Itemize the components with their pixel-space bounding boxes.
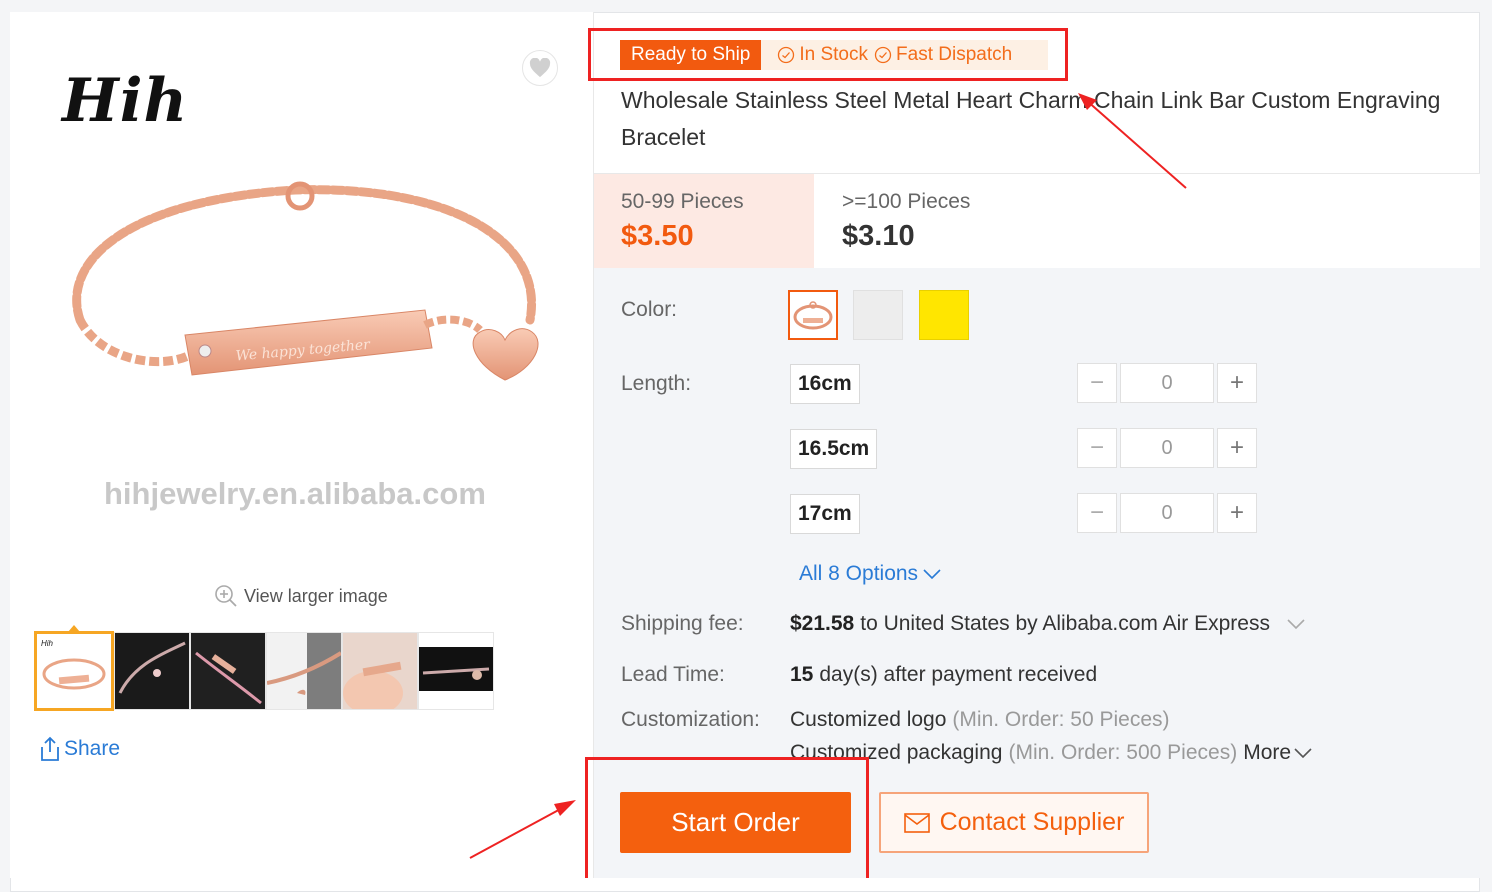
annotation-arrows [469, 93, 1187, 859]
